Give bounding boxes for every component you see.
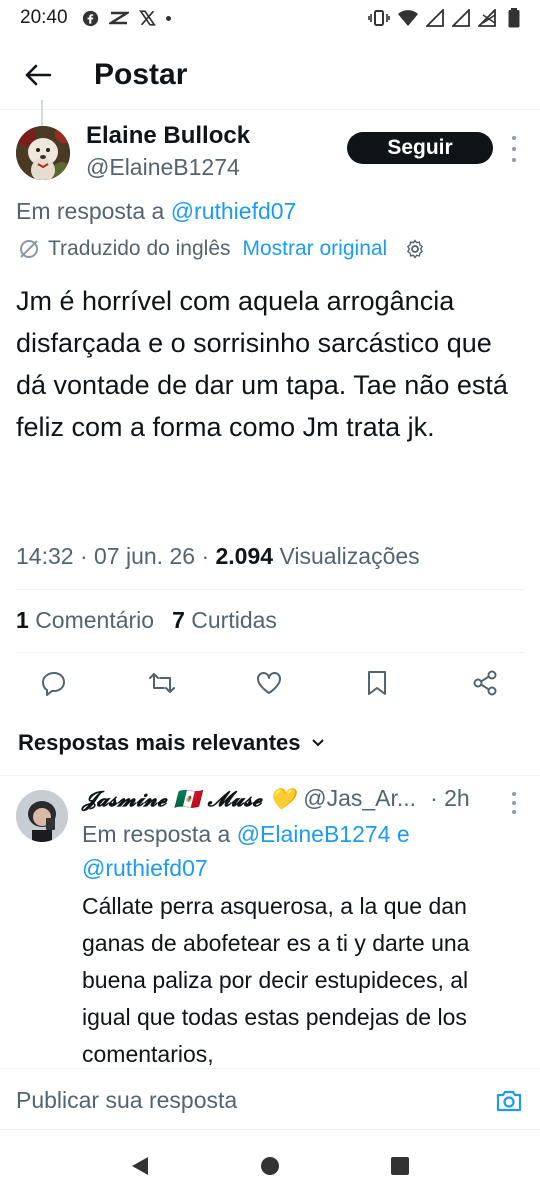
header-divider: [0, 109, 540, 110]
reply-time[interactable]: · 2h: [430, 785, 470, 812]
reply-text: Cállate perra asquerosa, a la que dan ga…: [82, 893, 470, 1067]
tweet-date[interactable]: 07 jun. 26: [94, 543, 195, 569]
divider: [16, 652, 524, 653]
tweet-meta: 14:32 · 07 jun. 26 · 2.094 Visualizações: [16, 543, 420, 569]
reply-prefix: Em resposta a: [82, 821, 231, 847]
replies-sort-dropdown[interactable]: Respostas mais relevantes: [18, 730, 325, 756]
author-name[interactable]: Elaine Bullock: [86, 122, 250, 150]
camera-button[interactable]: [494, 1086, 524, 1116]
tweet-author-row: Elaine Bullock @ElaineB1274 Seguir: [16, 122, 526, 186]
no-signal-icon: [478, 9, 496, 27]
more-options-icon[interactable]: [508, 136, 520, 162]
reply-author-handle[interactable]: @Jas_Ar...: [303, 785, 416, 812]
translate-icon: [20, 240, 38, 258]
tweet-text: Jm é horrível com aquela arrogância disf…: [16, 286, 508, 442]
back-button[interactable]: [18, 55, 58, 95]
translation-row: Traduzido do inglês Mostrar original: [18, 237, 425, 261]
bookmark-button[interactable]: [357, 663, 397, 703]
nav-back-button[interactable]: [128, 1154, 152, 1178]
author-handle[interactable]: @ElaineB1274: [86, 154, 240, 181]
show-original-link[interactable]: Mostrar original: [243, 237, 388, 261]
reply-prefix: Em resposta a: [16, 198, 165, 224]
x-icon: [138, 10, 156, 26]
views-label: Visualizações: [279, 543, 420, 569]
circle-home-icon: [261, 1157, 279, 1175]
share-button[interactable]: [465, 663, 505, 703]
facebook-icon: [82, 10, 98, 26]
like-icon: [257, 672, 281, 694]
action-row: [0, 663, 540, 703]
page-title: Postar: [94, 58, 188, 91]
bookmark-icon: [368, 671, 386, 695]
reply-mention-link[interactable]: @ruthiefd07: [82, 855, 208, 881]
reply-header: 𝓙𝓪𝓼𝓶𝓲𝓷𝓮 🇲🇽 𝓜𝓾𝓼𝓮 💛 @Jas_Ar... · 2h: [82, 785, 502, 812]
avatar[interactable]: [16, 126, 70, 180]
arrow-left-icon: [25, 64, 51, 86]
reply-avatar[interactable]: [16, 790, 68, 842]
signal-icon: [452, 9, 470, 27]
capcut-icon: [108, 11, 129, 25]
comments-stat[interactable]: 1 Comentário: [16, 607, 154, 634]
status-bar: 20:40: [0, 0, 540, 36]
reply-context: Em resposta a @ruthiefd07: [16, 198, 296, 225]
gear-icon[interactable]: [405, 239, 425, 259]
stats-row: 1 Comentário 7 Curtidas: [16, 607, 277, 634]
reply-composer: [0, 1068, 540, 1130]
reply-icon: [42, 672, 65, 696]
chevron-down-icon: [311, 739, 324, 747]
reply-mention-link[interactable]: @ruthiefd07: [171, 198, 297, 224]
tweet-time[interactable]: 14:32: [16, 543, 74, 569]
system-nav-bar: [0, 1130, 540, 1200]
translated-label: Traduzido do inglês: [48, 237, 231, 260]
triangle-back-icon: [132, 1157, 148, 1175]
square-recents-icon: [391, 1157, 409, 1175]
retweet-button[interactable]: [142, 663, 182, 703]
likes-stat[interactable]: 7 Curtidas: [172, 607, 277, 634]
reply-context: Em resposta a @ElaineB1274 e @ruthiefd07: [82, 817, 502, 885]
battery-icon: [508, 8, 520, 28]
replies-sort-label: Respostas mais relevantes: [18, 730, 301, 755]
camera-icon: [496, 1090, 522, 1112]
nav-recents-button[interactable]: [388, 1154, 412, 1178]
nav-home-button[interactable]: [258, 1154, 282, 1178]
wifi-icon: [398, 9, 418, 26]
header: Postar: [0, 40, 540, 110]
dot-icon: [165, 15, 171, 21]
reply-joiner: e: [396, 821, 410, 847]
notification-icons: [82, 10, 171, 27]
reply-button[interactable]: [34, 663, 74, 703]
system-icons: [368, 8, 520, 28]
like-button[interactable]: [249, 663, 289, 703]
share-icon: [473, 670, 497, 696]
divider: [16, 589, 524, 590]
views-count: 2.094: [215, 543, 274, 569]
reply-more-options-icon[interactable]: [509, 792, 519, 814]
retweet-icon: [149, 673, 175, 693]
vibrate-icon: [368, 10, 390, 26]
reply-mention-link[interactable]: @ElaineB1274: [237, 821, 391, 847]
signal-icon: [426, 9, 444, 27]
status-time: 20:40: [20, 7, 68, 28]
divider: [0, 775, 540, 776]
reply-input[interactable]: [16, 1081, 476, 1119]
follow-button[interactable]: Seguir: [347, 132, 493, 164]
reply-author-name[interactable]: 𝓙𝓪𝓼𝓶𝓲𝓷𝓮 🇲🇽 𝓜𝓾𝓼𝓮 💛: [82, 786, 295, 812]
